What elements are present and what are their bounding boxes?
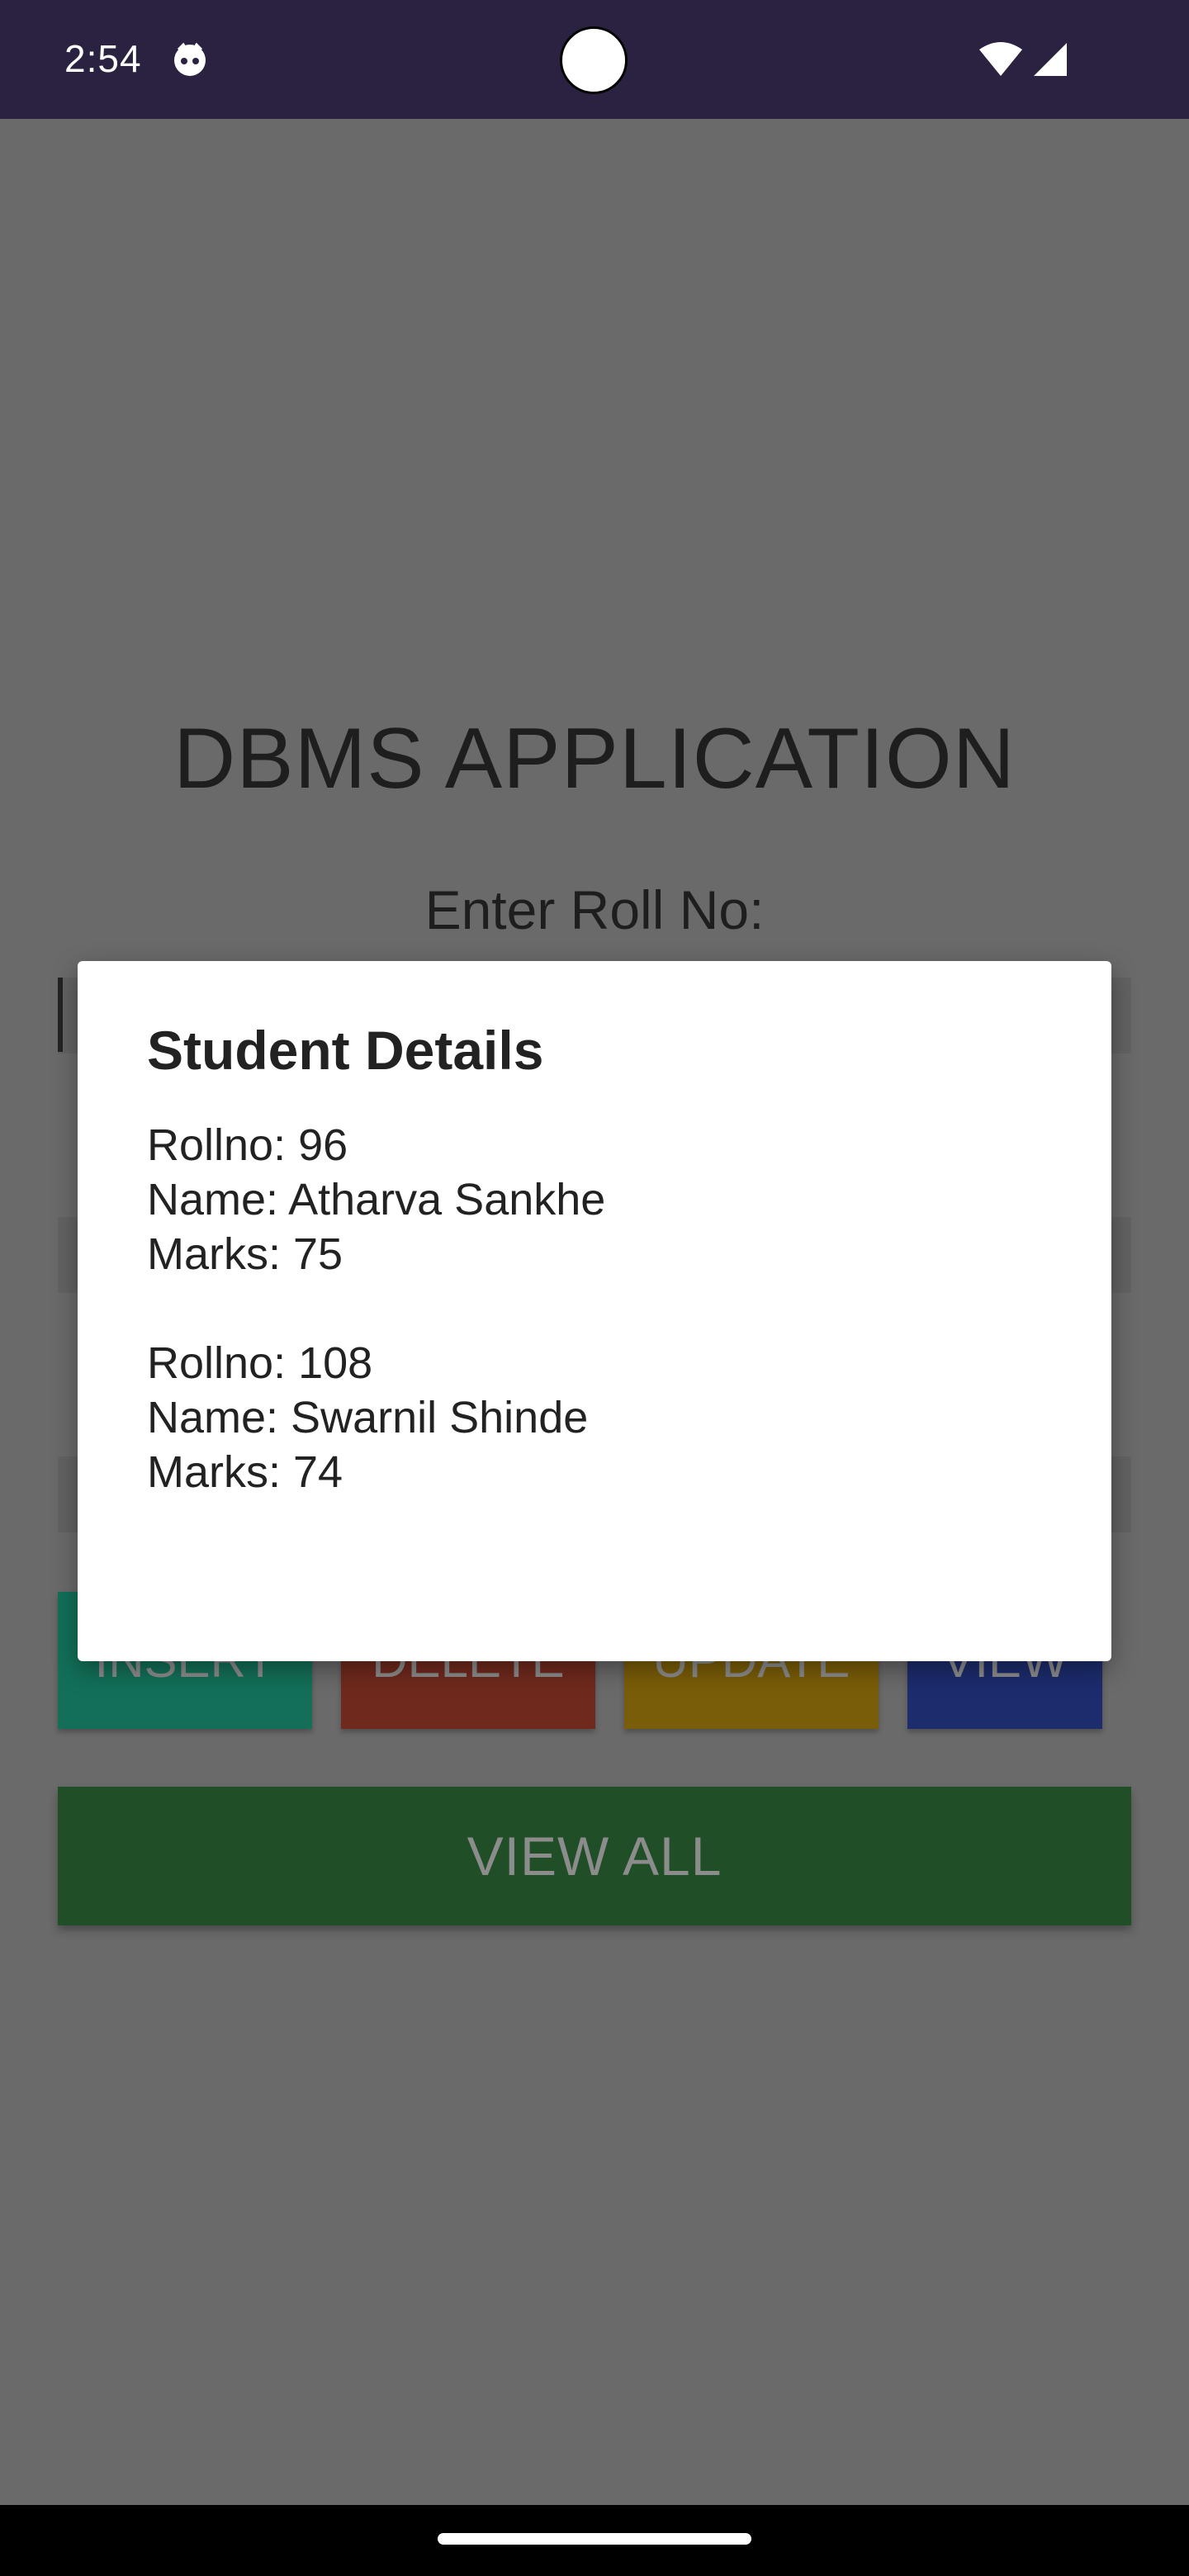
status-bar: 2:54 xyxy=(0,0,1189,119)
camera-cutout xyxy=(560,26,628,94)
dialog-message: Rollno: 96 Name: Atharva Sankhe Marks: 7… xyxy=(147,1118,605,1554)
roll-no-label: Enter Roll No: xyxy=(424,879,765,940)
app-title: DBMS APPLICATION xyxy=(173,711,1016,807)
record-rollno: Rollno: 108 xyxy=(147,1338,373,1388)
record-marks: Marks: 75 xyxy=(147,1229,343,1279)
view-all-button[interactable]: VIEW ALL xyxy=(58,1787,1131,1925)
status-time: 2:54 xyxy=(64,37,142,80)
record-name: Name: Atharva Sankhe xyxy=(147,1175,606,1224)
home-gesture-handle[interactable] xyxy=(438,2533,751,2545)
face-icon xyxy=(174,42,206,76)
signal-icon xyxy=(1034,43,1067,76)
dialog-title: Student Details xyxy=(147,1020,544,1081)
wifi-icon xyxy=(979,42,1022,76)
record-marks: Marks: 74 xyxy=(147,1447,343,1497)
student-record: Rollno: 96 Name: Atharva Sankhe Marks: 7… xyxy=(147,1118,605,1281)
record-name: Name: Swarnil Shinde xyxy=(147,1393,589,1442)
student-details-dialog: Student Details Rollno: 96 Name: Atharva… xyxy=(78,961,1111,1661)
student-record: Rollno: 108 Name: Swarnil Shinde Marks: … xyxy=(147,1336,605,1499)
record-rollno: Rollno: 96 xyxy=(147,1120,348,1170)
text-cursor xyxy=(58,978,63,1052)
